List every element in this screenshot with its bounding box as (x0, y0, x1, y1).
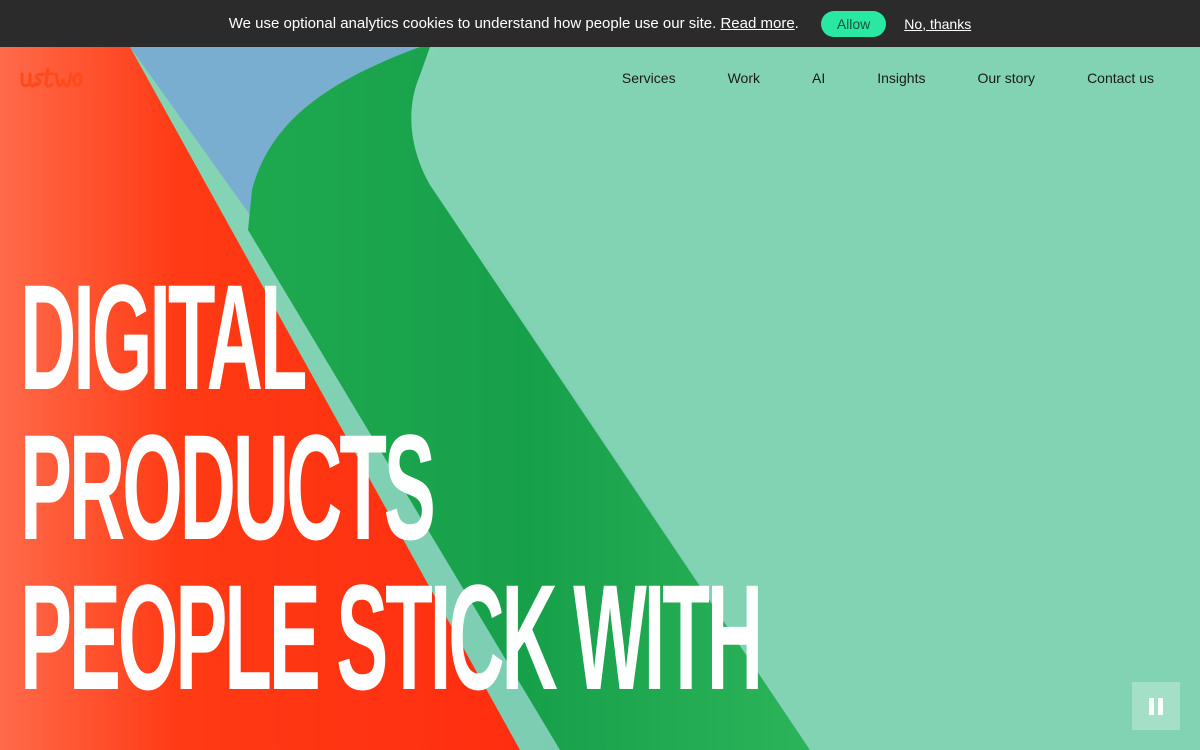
page: We use optional analytics cookies to und… (0, 0, 1200, 750)
headline-line-1: DIGITAL (20, 253, 307, 421)
logo-wordmark: ustwo (20, 64, 83, 88)
cookie-period: . (794, 15, 799, 32)
main-nav: Services Work AI Insights Our story Cont… (570, 70, 1154, 86)
hero-headline: DIGITAL PRODUCTS PEOPLE STICK WITH (20, 253, 763, 721)
nav-insights[interactable]: Insights (877, 70, 925, 86)
nav-services[interactable]: Services (622, 70, 676, 86)
nav-work[interactable]: Work (728, 70, 760, 86)
nav-contact-us[interactable]: Contact us (1087, 70, 1154, 86)
ustwo-logo[interactable]: ustwo (20, 64, 100, 99)
decline-cookies-link[interactable]: No, thanks (904, 16, 971, 32)
cookie-banner: We use optional analytics cookies to und… (0, 0, 1200, 47)
read-more-link[interactable]: Read more (720, 15, 794, 32)
cookie-message: We use optional analytics cookies to und… (228, 15, 799, 32)
pause-video-button[interactable] (1132, 682, 1180, 730)
pause-icon (1147, 697, 1165, 715)
allow-cookies-button[interactable]: Allow (820, 10, 887, 37)
nav-our-story[interactable]: Our story (977, 70, 1035, 86)
svg-text:ustwo: ustwo (20, 64, 23, 65)
headline-line-2: PRODUCTS (20, 403, 436, 571)
headline-line-3: PEOPLE STICK WITH (20, 553, 763, 721)
nav-ai[interactable]: AI (812, 70, 825, 86)
